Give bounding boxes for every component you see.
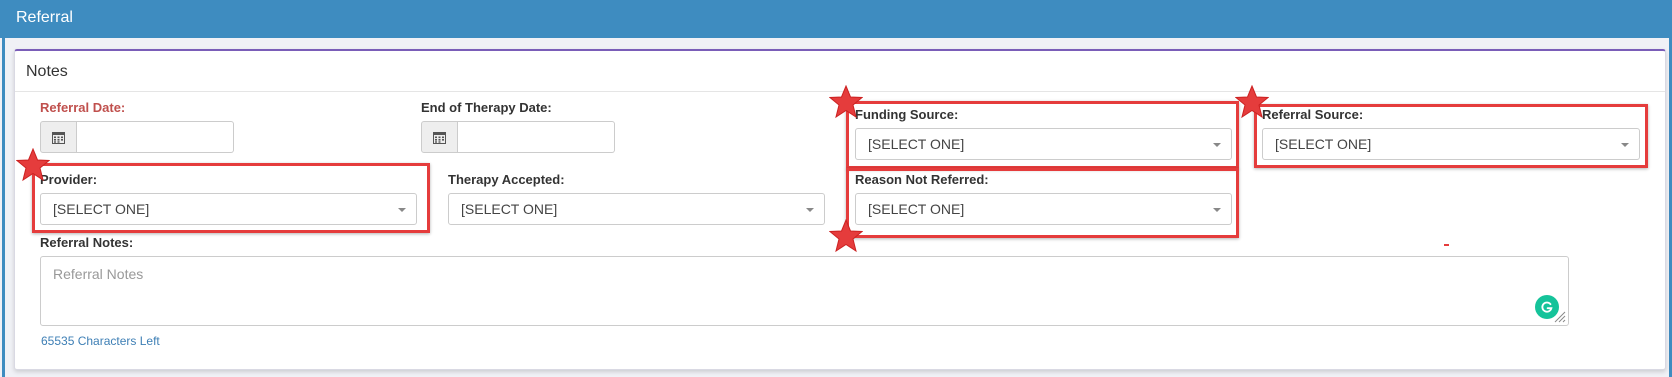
- end-therapy-date-calendar-button[interactable]: [421, 121, 458, 153]
- referral-date-group: [40, 121, 234, 153]
- star-annotation-icon: [829, 85, 863, 119]
- star-annotation-icon: [16, 148, 50, 182]
- referral-notes-textarea[interactable]: Referral Notes: [40, 256, 1569, 326]
- page-header: Referral: [0, 0, 1672, 38]
- calendar-icon: [52, 131, 65, 144]
- grammarly-g-glyph: [1541, 301, 1553, 313]
- red-mark: [1444, 244, 1449, 246]
- end-therapy-date-label: End of Therapy Date:: [421, 100, 552, 115]
- referral-notes-placeholder: Referral Notes: [53, 266, 144, 282]
- panel-title: Notes: [26, 63, 68, 80]
- referral-date-input[interactable]: [77, 121, 234, 153]
- reason-not-referred-highlight-box: [846, 168, 1239, 238]
- therapy-accepted-select[interactable]: [SELECT ONE]: [448, 193, 825, 225]
- star-annotation-icon: [829, 219, 863, 253]
- characters-left-counter: 65535 Characters Left: [41, 334, 160, 348]
- therapy-accepted-value: [SELECT ONE]: [461, 201, 558, 217]
- end-therapy-date-group: [421, 121, 615, 153]
- chevron-down-icon: [806, 208, 814, 212]
- calendar-icon: [433, 131, 446, 144]
- funding-source-highlight-box: [846, 101, 1239, 169]
- resize-handle-icon[interactable]: [1554, 311, 1566, 323]
- referral-date-label: Referral Date:: [40, 100, 126, 115]
- referral-notes-label: Referral Notes:: [40, 235, 134, 250]
- therapy-accepted-label: Therapy Accepted:: [448, 172, 565, 187]
- provider-highlight-box: [32, 163, 430, 233]
- star-annotation-icon: [1235, 85, 1269, 119]
- page-edge-left: [2, 38, 5, 377]
- referral-source-highlight-box: [1254, 104, 1648, 168]
- end-therapy-date-input[interactable]: [458, 121, 615, 153]
- page-title: Referral: [16, 9, 73, 26]
